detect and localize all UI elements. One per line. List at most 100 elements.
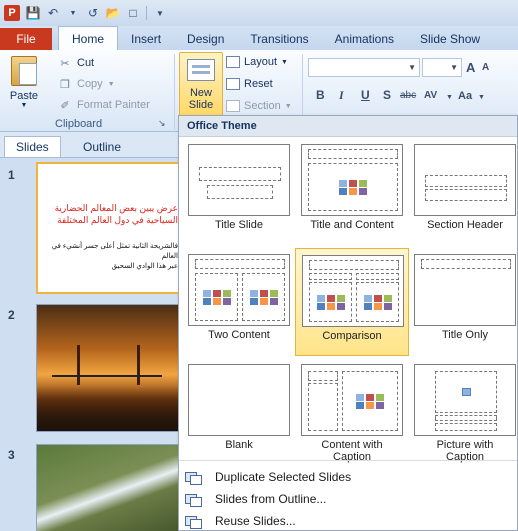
content-icons xyxy=(203,290,231,306)
layout-two-content[interactable]: Two Content xyxy=(182,248,296,356)
layout-label: Layout xyxy=(244,56,278,68)
reset-button[interactable]: Reset xyxy=(226,78,273,90)
format-painter-button[interactable]: ✐ Format Painter xyxy=(58,99,149,112)
slide-1-title-line: السياحية في دول العالم المختلفة xyxy=(57,215,178,225)
layout-title-only[interactable]: Title Only xyxy=(408,248,518,356)
font-size-box[interactable]: ▼ xyxy=(422,58,462,77)
layout-caption: Title Slide xyxy=(215,219,263,231)
copy-label: Copy xyxy=(77,78,103,90)
change-case-button[interactable]: Aa xyxy=(458,90,472,102)
layout-button[interactable]: Layout ▼ xyxy=(226,56,288,68)
title-placeholder xyxy=(309,260,399,270)
redo-icon[interactable]: ↺ xyxy=(86,6,100,20)
tab-slides[interactable]: Slides xyxy=(4,136,61,157)
shrink-font-button[interactable]: A xyxy=(482,62,489,73)
picture-placeholder xyxy=(435,371,497,413)
layout-thumbnail xyxy=(414,364,516,436)
layout-caption: Title and Content xyxy=(310,219,394,231)
customize-icon[interactable]: ▼ xyxy=(153,6,167,20)
character-spacing-button[interactable]: AV xyxy=(424,90,437,101)
tab-animations[interactable]: Animations xyxy=(322,28,407,50)
layout-content-with-caption[interactable]: Content with Caption xyxy=(295,358,409,466)
duplicate-slides-icon xyxy=(185,470,202,485)
tab-outline[interactable]: Outline xyxy=(72,136,132,157)
layout-title-slide[interactable]: Title Slide xyxy=(182,138,296,246)
layout-blank[interactable]: Blank xyxy=(182,358,296,466)
paste-dropdown-icon: ▼ xyxy=(20,102,28,109)
cut-button[interactable]: ✂ Cut xyxy=(58,57,94,70)
slide-thumbnail-3[interactable] xyxy=(36,444,186,531)
section-button[interactable]: Section ▼ xyxy=(226,100,292,112)
slide-1-body: فالشريحة الثانية تمثل أعلى جسر أنشيء في … xyxy=(38,242,178,272)
grow-font-button[interactable]: A xyxy=(466,60,475,75)
tab-home[interactable]: Home xyxy=(58,26,119,50)
undo-dropdown-icon[interactable]: ▼ xyxy=(66,6,80,20)
slide-thumbnail-pane[interactable]: 1 عرض يبين بعض المعالم الحضارية السياحية… xyxy=(0,158,186,531)
font-name-dropdown-icon[interactable]: ▼ xyxy=(408,63,416,72)
slide-thumbnail-2[interactable] xyxy=(36,304,186,432)
group-separator xyxy=(174,54,175,130)
content-placeholder xyxy=(356,282,399,322)
bold-button[interactable]: B xyxy=(316,88,325,102)
slide-thumbnail-1[interactable]: عرض يبين بعض المعالم الحضارية السياحية ف… xyxy=(36,162,186,294)
clipboard-dialog-launcher-icon[interactable]: ↘ xyxy=(158,118,166,129)
layout-dropdown-icon: ▼ xyxy=(281,58,288,66)
content-placeholder xyxy=(308,163,398,211)
underline-button[interactable]: U xyxy=(361,88,370,102)
powerpoint-logo-icon[interactable]: P xyxy=(4,5,20,21)
slide-number: 2 xyxy=(8,308,15,322)
paste-button[interactable]: Paste ▼ xyxy=(4,54,44,112)
slide-1-title: عرض يبين بعض المعالم الحضارية السياحية ف… xyxy=(38,202,178,226)
reuse-slides-menu-item[interactable]: Reuse Slides... xyxy=(179,510,517,531)
new-slide-gallery: Office Theme Title Slide Title and Conte… xyxy=(178,115,518,531)
slide-number: 1 xyxy=(8,168,15,182)
tab-design[interactable]: Design xyxy=(174,28,237,50)
slides-from-outline-menu-item[interactable]: Slides from Outline... xyxy=(179,488,517,510)
tab-transitions[interactable]: Transitions xyxy=(237,28,321,50)
content-placeholder xyxy=(242,273,285,321)
title-placeholder xyxy=(308,371,338,381)
section-icon xyxy=(226,100,240,112)
new-slide-button[interactable]: New Slide xyxy=(179,52,223,116)
content-icons xyxy=(317,295,345,311)
layout-caption: Two Content xyxy=(208,329,270,341)
layout-title-and-content[interactable]: Title and Content xyxy=(295,138,409,246)
layout-thumbnail xyxy=(302,255,404,327)
copy-button[interactable]: ❐ Copy ▼ xyxy=(58,78,115,91)
title-placeholder xyxy=(425,175,507,187)
tab-insert[interactable]: Insert xyxy=(118,28,174,50)
change-case-dropdown-icon[interactable]: ▼ xyxy=(478,94,485,101)
layout-picture-with-caption[interactable]: Picture with Caption xyxy=(408,358,518,466)
heading-placeholder xyxy=(356,273,399,280)
italic-button[interactable]: I xyxy=(339,88,344,103)
strikethrough-button[interactable]: abc xyxy=(400,90,416,101)
menu-item-label: Duplicate Selected Slides xyxy=(215,470,352,484)
bridge-deck xyxy=(52,375,162,377)
tab-slide-show[interactable]: Slide Show xyxy=(407,28,493,50)
character-spacing-dropdown-icon[interactable]: ▼ xyxy=(446,94,453,101)
reset-icon xyxy=(226,78,240,90)
layout-comparison[interactable]: Comparison xyxy=(295,248,409,356)
menu-item-label: Reuse Slides... xyxy=(215,514,296,528)
layout-section-header[interactable]: Section Header xyxy=(408,138,518,246)
undo-icon[interactable]: ↶ xyxy=(46,6,60,20)
reuse-slides-icon xyxy=(185,514,202,529)
font-size-dropdown-icon[interactable]: ▼ xyxy=(450,63,458,72)
layout-caption: Section Header xyxy=(427,219,503,231)
duplicate-selected-slides-menu-item[interactable]: Duplicate Selected Slides xyxy=(179,466,517,488)
layout-icon xyxy=(226,56,240,68)
open-icon[interactable]: 📂 xyxy=(106,6,121,20)
save-icon[interactable]: 💾 xyxy=(26,6,41,20)
font-name-box[interactable]: ▼ xyxy=(308,58,420,77)
tab-file[interactable]: File xyxy=(0,28,52,50)
layout-caption: Title Only xyxy=(441,329,489,341)
layout-thumbnail xyxy=(188,144,290,216)
new-icon[interactable]: □ xyxy=(126,6,140,20)
content-icons xyxy=(364,295,392,311)
text-shadow-button[interactable]: S xyxy=(383,88,391,102)
content-icons xyxy=(356,394,384,410)
slide-panel-tabs: Slides Outline xyxy=(0,132,178,158)
paste-label: Paste xyxy=(9,90,39,102)
layout-thumbnail xyxy=(301,364,403,436)
heading-placeholder xyxy=(309,273,352,280)
